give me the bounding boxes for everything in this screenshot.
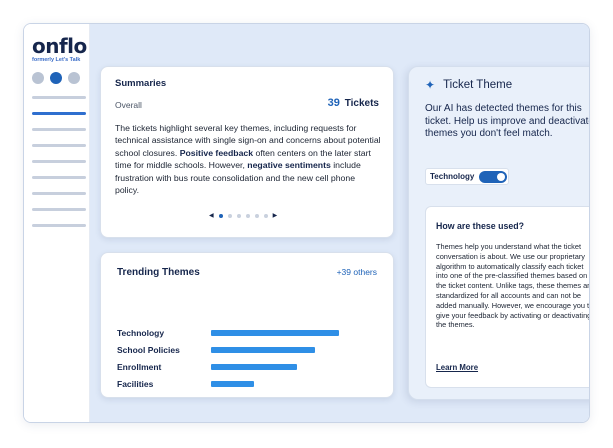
summary-bold: Positive feedback (179, 147, 254, 158)
sidebar-nav-item[interactable] (32, 112, 86, 115)
theme-bar-track (211, 330, 371, 336)
info-card: How are these used? Themes help you unde… (425, 206, 590, 388)
pager-dot[interactable] (236, 214, 241, 218)
theme-label: Facilities (117, 379, 154, 389)
summary-bold: negative sentiments (247, 160, 331, 171)
info-text: Themes help you understand what the tick… (436, 242, 590, 330)
theme-label: School Policies (117, 345, 180, 355)
main-area: Summaries Overall 39 Tickets The tickets… (90, 24, 589, 422)
learn-more-link[interactable]: Learn More (436, 363, 478, 372)
pager-prev-icon[interactable]: ◀ (209, 213, 214, 219)
toggle-knob (497, 172, 506, 181)
theme-bar (211, 381, 255, 387)
pager-dot[interactable] (254, 214, 259, 218)
summaries-overall-label: Overall (115, 100, 142, 110)
brand-name: onflo (32, 34, 87, 58)
pager-dot[interactable] (227, 214, 232, 218)
sidebar-nav (32, 96, 86, 240)
pager-dot[interactable] (263, 214, 268, 218)
sidebar-nav-item[interactable] (32, 144, 86, 147)
trending-others-link[interactable]: +39 others (337, 267, 377, 277)
theme-toggle[interactable] (479, 170, 508, 183)
theme-row[interactable]: Enrollment (117, 361, 387, 373)
theme-tag: Technology (425, 168, 509, 185)
theme-row[interactable]: Technology (117, 327, 387, 339)
ticket-count-number: 39 (327, 97, 340, 109)
sidebar-nav-item[interactable] (32, 208, 86, 211)
sidebar-nav-item[interactable] (32, 176, 86, 179)
theme-bar (211, 347, 315, 353)
theme-label: Enrollment (117, 362, 162, 372)
sidebar-dot[interactable] (32, 72, 44, 84)
theme-tag-label: Technology (430, 172, 475, 181)
theme-label: Technology (117, 328, 165, 338)
ticket-count-unit: Tickets (344, 98, 379, 109)
sidebar-nav-item[interactable] (32, 192, 86, 195)
brand-subtitle: formerly Let's Talk (32, 57, 81, 63)
pager-dot[interactable] (245, 214, 250, 218)
summaries-title: Summaries (115, 78, 167, 89)
sidebar-nav-item[interactable] (32, 224, 86, 227)
summaries-card: Summaries Overall 39 Tickets The tickets… (100, 66, 394, 238)
pager-dot[interactable] (218, 214, 223, 218)
sidebar-dot[interactable] (68, 72, 80, 84)
sparkle-icon: ✦ (425, 78, 436, 92)
pager-next-icon[interactable]: ▶ (273, 213, 278, 219)
sidebar-nav-item[interactable] (32, 160, 86, 163)
info-title: How are these used? (436, 221, 524, 231)
theme-row[interactable]: School Policies (117, 344, 387, 356)
brand-logo[interactable]: onflo formerly Let's Talk (32, 34, 87, 63)
trending-title: Trending Themes (117, 267, 200, 278)
sidebar: onflo formerly Let's Talk (24, 24, 90, 422)
summary-pager: ◀ ▶ (209, 213, 277, 219)
sidebar-nav-item[interactable] (32, 96, 86, 99)
theme-bar-track (211, 364, 371, 370)
ticket-theme-panel: ✦ Ticket Theme Our AI has detected theme… (408, 66, 590, 400)
theme-bar-track (211, 381, 371, 387)
summaries-ticket-count: 39 Tickets (328, 97, 379, 109)
sidebar-dot[interactable] (50, 72, 62, 84)
trending-themes-card: Trending Themes +39 others Technology Sch… (100, 252, 394, 398)
summary-text: The tickets highlight several key themes… (115, 122, 381, 196)
panel-description: Our AI has detected themes for this tick… (425, 103, 590, 139)
pager-dots (218, 214, 268, 218)
theme-bar-track (211, 347, 371, 353)
sidebar-dots (32, 72, 80, 84)
theme-bar (211, 364, 298, 370)
panel-header: ✦ Ticket Theme (425, 79, 512, 91)
theme-row[interactable]: Facilities (117, 378, 387, 390)
sidebar-nav-item[interactable] (32, 128, 86, 131)
theme-bar (211, 330, 339, 336)
app-window: onflo formerly Let's Talk Summaries Over… (23, 23, 590, 423)
panel-title: Ticket Theme (443, 79, 513, 91)
